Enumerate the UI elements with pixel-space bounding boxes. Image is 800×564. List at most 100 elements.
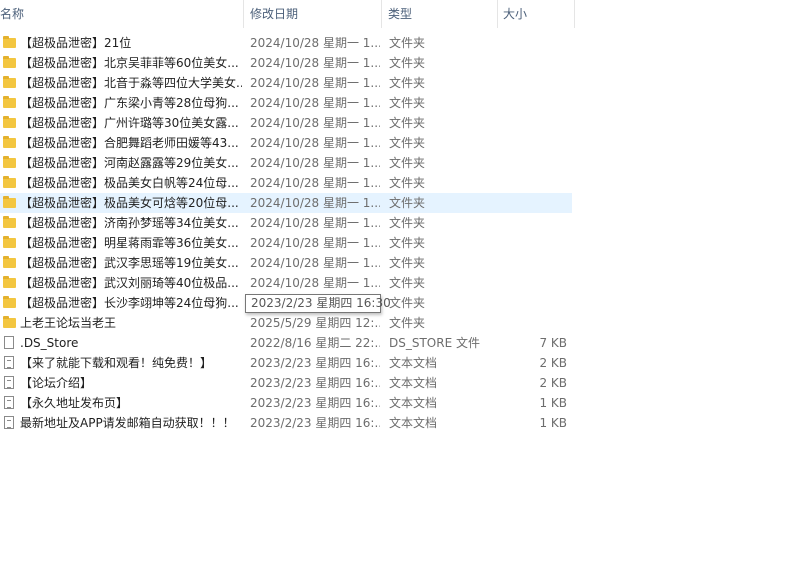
folder-row[interactable]: 【超极品泄密】极品美女白帆等24位母... 2024/10/28 星期一 1...… [0, 173, 575, 193]
folder-row[interactable]: 【超极品泄密】合肥舞蹈老师田媛等43... 2024/10/28 星期一 1...… [0, 133, 575, 153]
file-name: 【来了就能下载和观看！纯免费！】 [20, 356, 213, 370]
column-header-date[interactable]: 修改日期 [250, 0, 298, 28]
file-type: 文件夹 [389, 196, 426, 210]
file-size [500, 253, 567, 273]
file-row[interactable]: 【论坛介绍】 2023/2/23 星期四 16:... 文本文档 2 KB [0, 373, 575, 393]
file-size [500, 113, 567, 133]
folder-row[interactable]: 【超极品泄密】极品美女可焓等20位母... 2024/10/28 星期一 1...… [0, 193, 572, 213]
folder-icon [3, 56, 16, 68]
folder-row[interactable]: 【超极品泄密】北音于淼等四位大学美女... 2024/10/28 星期一 1...… [0, 73, 575, 93]
modified-date: 2022/8/16 星期二 22:... [250, 336, 380, 350]
column-divider[interactable] [243, 0, 244, 28]
modified-date: 2023/2/23 星期四 16:... [250, 356, 380, 370]
file-name: 【超极品泄密】21位 [20, 36, 132, 50]
file-type: 文件夹 [389, 36, 426, 50]
column-header-name[interactable]: 名称 [0, 0, 24, 28]
column-divider[interactable] [381, 0, 382, 28]
file-name: 【超极品泄密】济南孙梦瑶等34位美女... [20, 216, 239, 230]
column-header-size[interactable]: 大小 [503, 0, 527, 28]
file-size [500, 153, 567, 173]
file-name: 【超极品泄密】极品美女可焓等20位母... [20, 196, 239, 210]
file-name: 【超极品泄密】武汉李思瑶等19位美女... [20, 256, 239, 270]
file-type: 文件夹 [389, 276, 426, 290]
modified-date: 2024/10/28 星期一 1... [250, 216, 380, 230]
modified-date: 2024/10/28 星期一 1... [250, 136, 380, 150]
modified-date: 2024/10/28 星期一 1... [250, 276, 380, 290]
folder-icon [3, 256, 16, 268]
file-row[interactable]: .DS_Store 2022/8/16 星期二 22:... DS_STORE 文件… [0, 333, 575, 353]
folder-row[interactable]: 【超极品泄密】武汉刘丽琦等40位极品... 2024/10/28 星期一 1...… [0, 273, 575, 293]
file-type: 文件夹 [389, 96, 426, 110]
folder-icon [3, 236, 16, 248]
folder-icon [3, 296, 16, 308]
text-document-icon [4, 356, 14, 369]
text-document-icon [4, 416, 14, 429]
file-type: 文件夹 [389, 176, 426, 190]
folder-row[interactable]: 【超极品泄密】明星蒋雨霏等36位美女... 2024/10/28 星期一 1...… [0, 233, 575, 253]
file-type: 文件夹 [389, 236, 426, 250]
file-size: 2 KB [539, 356, 567, 370]
file-size [500, 313, 567, 333]
folder-icon [3, 216, 16, 228]
file-size [500, 93, 567, 113]
file-row[interactable]: 【来了就能下载和观看！纯免费！】 2023/2/23 星期四 16:... 文本文档… [0, 353, 575, 373]
modified-date: 2024/10/28 星期一 1... [250, 196, 380, 210]
date-tooltip: 2023/2/23 星期四 16:30 [245, 294, 391, 313]
file-size: 7 KB [539, 336, 567, 350]
file-name: 【超极品泄密】合肥舞蹈老师田媛等43... [20, 136, 239, 150]
file-name: 上老王论坛当老王 [20, 316, 117, 330]
file-name: 【超极品泄密】长沙李翊坤等24位母狗... [20, 296, 239, 310]
file-name: 【超极品泄密】武汉刘丽琦等40位极品... [20, 276, 239, 290]
file-name: 【超极品泄密】北音于淼等四位大学美女... [20, 76, 242, 90]
file-name: 【超极品泄密】广东梁小青等28位母狗... [20, 96, 239, 110]
modified-date: 2024/10/28 星期一 1... [250, 56, 380, 70]
file-type: 文件夹 [389, 296, 426, 310]
sort-ascending-icon: ⌃ [112, 0, 121, 6]
file-size [500, 193, 567, 213]
file-type: 文本文档 [389, 396, 438, 410]
modified-date: 2023/2/23 星期四 16:... [250, 376, 380, 390]
text-document-icon [4, 396, 14, 409]
file-name: 【超极品泄密】广州许璐等30位美女露... [20, 116, 239, 130]
column-divider[interactable] [574, 0, 575, 28]
modified-date: 2024/10/28 星期一 1... [250, 76, 380, 90]
file-type: 文件夹 [389, 156, 426, 170]
folder-icon [3, 156, 16, 168]
file-row[interactable]: 最新地址及APP请发邮箱自动获取！！！ 2023/2/23 星期四 16:... 文… [0, 413, 575, 433]
column-header-type[interactable]: 类型 [388, 0, 412, 28]
folder-icon [3, 176, 16, 188]
folder-icon [3, 316, 16, 328]
folder-icon [3, 276, 16, 288]
folder-row[interactable]: 【超极品泄密】武汉李思瑶等19位美女... 2024/10/28 星期一 1...… [0, 253, 575, 273]
file-name: 【超极品泄密】北京吴菲菲等60位美女... [20, 56, 239, 70]
folder-row[interactable]: 【超极品泄密】济南孙梦瑶等34位美女... 2024/10/28 星期一 1...… [0, 213, 575, 233]
modified-date: 2024/10/28 星期一 1... [250, 236, 380, 250]
column-divider[interactable] [497, 0, 498, 28]
file-size: 2 KB [539, 376, 567, 390]
file-list: 【超极品泄密】21位 2024/10/28 星期一 1... 文件夹 【超极品泄密】北… [0, 33, 575, 433]
modified-date: 2024/10/28 星期一 1... [250, 176, 380, 190]
folder-icon [3, 116, 16, 128]
folder-row[interactable]: 【超极品泄密】河南赵露露等29位美女... 2024/10/28 星期一 1...… [0, 153, 575, 173]
folder-row[interactable]: 【超极品泄密】广州许璐等30位美女露... 2024/10/28 星期一 1...… [0, 113, 575, 133]
file-type: 文件夹 [389, 316, 426, 330]
file-type: 文件夹 [389, 256, 426, 270]
file-size [500, 173, 567, 193]
file-icon [4, 336, 14, 349]
modified-date: 2024/10/28 星期一 1... [250, 36, 380, 50]
folder-row[interactable]: 【超极品泄密】北京吴菲菲等60位美女... 2024/10/28 星期一 1...… [0, 53, 575, 73]
file-name: 【超极品泄密】极品美女白帆等24位母... [20, 176, 239, 190]
folder-row[interactable]: 【超极品泄密】广东梁小青等28位母狗... 2024/10/28 星期一 1...… [0, 93, 575, 113]
file-size [500, 53, 567, 73]
file-size: 1 KB [539, 396, 567, 410]
file-name: 最新地址及APP请发邮箱自动获取！！！ [20, 416, 235, 430]
folder-icon [3, 76, 16, 88]
folder-row[interactable]: 【超极品泄密】21位 2024/10/28 星期一 1... 文件夹 [0, 33, 575, 53]
file-type: 文件夹 [389, 76, 426, 90]
file-name: 【超极品泄密】河南赵露露等29位美女... [20, 156, 239, 170]
file-row[interactable]: 【永久地址发布页】 2023/2/23 星期四 16:... 文本文档 1 KB [0, 393, 575, 413]
file-type: 文件夹 [389, 136, 426, 150]
folder-row[interactable]: 上老王论坛当老王 2025/5/29 星期四 12:... 文件夹 [0, 313, 575, 333]
folder-icon [3, 36, 16, 48]
file-size [500, 73, 567, 93]
